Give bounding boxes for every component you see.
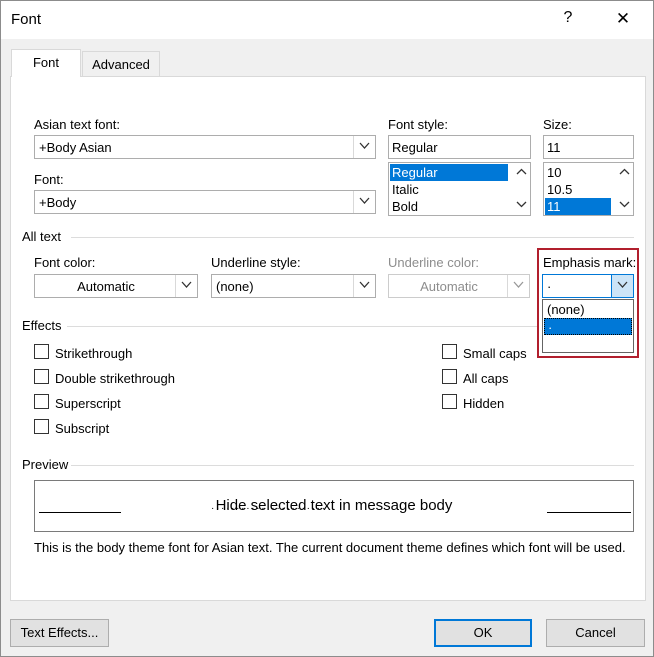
all-text-group-title: All text <box>22 229 62 244</box>
strikethrough-checkbox[interactable] <box>34 344 49 359</box>
strikethrough-label[interactable]: Strikethrough <box>55 346 132 361</box>
size-list[interactable]: 10 10.5 11 <box>543 162 634 216</box>
font-style-input[interactable]: Regular <box>388 135 531 159</box>
font-style-list[interactable]: Regular Italic Bold <box>388 162 531 216</box>
scrollbar[interactable] <box>513 163 530 215</box>
list-item[interactable]: 10 <box>545 164 611 181</box>
ok-button[interactable]: OK <box>434 619 532 647</box>
superscript-checkbox[interactable] <box>34 394 49 409</box>
preview-box: Hide selected text in message body ·····… <box>34 480 634 532</box>
subscript-checkbox[interactable] <box>34 419 49 434</box>
emphasis-mark-label: Emphasis mark: <box>543 255 637 270</box>
underline-style-combo[interactable]: (none) <box>211 274 376 298</box>
list-item[interactable]: 10.5 <box>545 181 611 198</box>
divider <box>71 465 634 466</box>
underline-color-label: Underline color: <box>388 255 480 270</box>
preview-baseline-right <box>547 512 631 513</box>
size-label: Size: <box>543 117 572 132</box>
window-title: Font <box>11 11 42 28</box>
cancel-button[interactable]: Cancel <box>546 619 645 647</box>
help-button[interactable]: ? <box>558 9 578 27</box>
size-input[interactable]: 11 <box>543 135 634 159</box>
subscript-label[interactable]: Subscript <box>55 421 109 436</box>
asian-text-font-label: Asian text font: <box>34 117 120 132</box>
chevron-down-icon[interactable] <box>616 197 633 214</box>
superscript-label[interactable]: Superscript <box>55 396 121 411</box>
list-item[interactable] <box>544 335 632 352</box>
underline-color-value: Automatic <box>420 279 478 294</box>
chevron-down-icon[interactable] <box>513 197 530 214</box>
asian-text-font-value: +Body Asian <box>39 140 112 155</box>
chevron-up-icon[interactable] <box>513 165 530 182</box>
divider <box>71 237 634 238</box>
list-item[interactable]: 11 <box>545 198 611 215</box>
tab-advanced[interactable]: Advanced <box>82 51 160 77</box>
list-item[interactable]: Regular <box>390 164 508 181</box>
font-combo[interactable]: +Body <box>34 190 376 214</box>
underline-style-label: Underline style: <box>211 255 301 270</box>
small-caps-label[interactable]: Small caps <box>463 346 527 361</box>
double-strikethrough-checkbox[interactable] <box>34 369 49 384</box>
effects-group-title: Effects <box>22 318 62 333</box>
double-strikethrough-label[interactable]: Double strikethrough <box>55 371 175 386</box>
chevron-down-icon[interactable] <box>353 191 375 213</box>
font-label: Font: <box>34 172 64 187</box>
chevron-down-icon[interactable] <box>611 275 633 297</box>
chevron-down-icon <box>507 275 529 297</box>
preview-emphasis-dots: ······················· <box>211 503 327 514</box>
list-item[interactable]: (none) <box>544 301 632 318</box>
tab-font[interactable]: Font <box>11 49 81 77</box>
hidden-checkbox[interactable] <box>442 394 457 409</box>
chevron-down-icon[interactable] <box>353 136 375 158</box>
font-style-label: Font style: <box>388 117 448 132</box>
chevron-down-icon[interactable] <box>175 275 197 297</box>
font-dialog: Font ? ✕ Font Advanced Asian text font: … <box>0 0 654 657</box>
preview-group-title: Preview <box>22 457 69 472</box>
list-item[interactable]: Bold <box>390 198 508 215</box>
scrollbar[interactable] <box>616 163 633 215</box>
text-effects-button[interactable]: Text Effects... <box>10 619 109 647</box>
close-button[interactable]: ✕ <box>613 9 633 29</box>
underline-style-value: (none) <box>216 279 254 294</box>
emphasis-mark-value: · <box>547 279 552 294</box>
hidden-label[interactable]: Hidden <box>463 396 504 411</box>
list-item[interactable]: · <box>544 318 632 335</box>
divider <box>67 326 537 327</box>
title-bar: Font ? ✕ <box>1 1 653 39</box>
asian-text-font-combo[interactable]: +Body Asian <box>34 135 376 159</box>
font-color-label: Font color: <box>34 255 96 270</box>
all-caps-checkbox[interactable] <box>442 369 457 384</box>
underline-color-combo: Automatic <box>388 274 530 298</box>
font-value: +Body <box>39 195 77 210</box>
emphasis-mark-combo[interactable]: · <box>542 274 634 298</box>
chevron-down-icon[interactable] <box>353 275 375 297</box>
small-caps-checkbox[interactable] <box>442 344 457 359</box>
list-item[interactable]: Italic <box>390 181 508 198</box>
font-color-combo[interactable]: Automatic <box>34 274 198 298</box>
font-color-value: Automatic <box>77 279 135 294</box>
preview-description: This is the body theme font for Asian te… <box>34 540 626 555</box>
all-caps-label[interactable]: All caps <box>463 371 509 386</box>
chevron-up-icon[interactable] <box>616 165 633 182</box>
preview-sample-text: Hide selected text in message body <box>215 497 453 514</box>
emphasis-mark-dropdown: (none) · <box>542 299 634 353</box>
